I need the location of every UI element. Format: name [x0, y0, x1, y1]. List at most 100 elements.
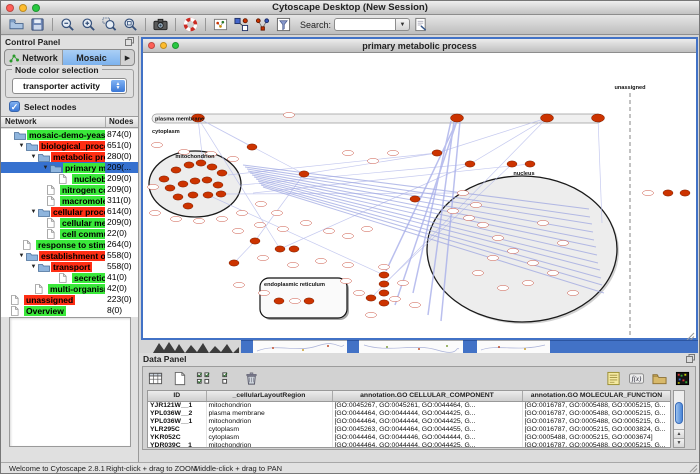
table-cell-cc[interactable]: [GO:0044464, GO:0044444, GO:0044425, G..… — [332, 409, 522, 417]
column-header[interactable]: annotation.GO MOLECULAR_FUNCTION — [522, 391, 671, 401]
tree-item[interactable]: cell communicat22(0) — [1, 228, 138, 239]
network-node[interactable] — [451, 114, 464, 122]
network-node[interactable] — [379, 281, 389, 287]
zoom-selected-icon[interactable] — [99, 16, 120, 34]
search-dropdown-button[interactable]: ▼ — [396, 18, 410, 31]
table-row[interactable]: YPL036W__2plasma membrane[GO:0044464, GO… — [148, 409, 671, 417]
network-edge[interactable] — [228, 153, 437, 175]
network-node[interactable] — [190, 178, 200, 184]
background-network-silhouette[interactable] — [151, 340, 239, 353]
attribute-table[interactable]: ID_cellularLayoutRegionannotation.GO CEL… — [147, 390, 671, 448]
background-frame-border[interactable] — [463, 340, 477, 353]
tree-item[interactable]: response to stimulu264(0) — [1, 239, 138, 250]
network-node[interactable] — [229, 260, 239, 266]
delete-attribute-icon[interactable] — [243, 370, 260, 387]
table-row[interactable]: YPL036W__1mitochondrion[GO:0044464, GO:0… — [148, 417, 671, 425]
tree-item[interactable]: Overview8(0) — [1, 305, 138, 316]
table-cell-mf[interactable]: [GO:0016787, GO:0005488, GO:0005215, G..… — [522, 409, 671, 417]
search-input[interactable] — [334, 18, 396, 31]
table-cell-id[interactable]: YDR039C__1 — [148, 441, 206, 448]
network-node[interactable] — [216, 191, 226, 197]
attribute-checklist-small-icon[interactable] — [219, 370, 236, 387]
table-cell-mf[interactable]: [GO:0005488, GO:0005215, GO:0003674] — [522, 433, 671, 441]
network-node[interactable] — [207, 164, 217, 170]
network-node[interactable] — [274, 298, 284, 304]
tab-overflow-arrow[interactable]: ▶ — [121, 50, 134, 65]
network-node[interactable] — [178, 181, 188, 187]
table-cell-cc[interactable]: [GO:0045263, GO:0044464, GO:0044455, G..… — [332, 425, 522, 433]
network-node[interactable] — [432, 150, 442, 156]
network-node[interactable] — [196, 160, 206, 166]
network-node[interactable] — [465, 161, 475, 167]
filter-icon[interactable] — [273, 16, 294, 34]
network-overview-icon[interactable] — [210, 16, 231, 34]
table-scrollbar[interactable]: ▲ ▼ — [673, 390, 685, 448]
tab-mosaic[interactable]: Mosaic — [63, 50, 121, 65]
disclosure-triangle[interactable]: ▼ — [29, 154, 38, 160]
network-node[interactable] — [171, 167, 181, 173]
network-node[interactable] — [525, 161, 535, 167]
disclosure-triangle[interactable]: ▼ — [29, 209, 38, 215]
window-resize-grip[interactable] — [689, 464, 698, 473]
network-node[interactable] — [165, 185, 175, 191]
network-node[interactable] — [184, 162, 194, 168]
network-node[interactable] — [379, 300, 389, 306]
network-node[interactable] — [217, 170, 227, 176]
tree-item[interactable]: ▼transport558(0) — [1, 261, 138, 272]
tree-item[interactable]: ▼biological_process651(0) — [1, 140, 138, 151]
network-node[interactable] — [188, 192, 198, 198]
layout-icon[interactable] — [252, 16, 273, 34]
table-cell-region[interactable]: plasma membrane — [206, 409, 332, 417]
zoom-fit-icon[interactable] — [120, 16, 141, 34]
background-frame-sliver[interactable] — [253, 340, 347, 353]
table-row[interactable]: YDR039C__1mitochondrion[GO:0044464, GO:0… — [148, 441, 671, 448]
table-cell-region[interactable]: mitochondrion — [206, 401, 332, 409]
background-frame-border[interactable] — [347, 340, 359, 353]
table-row[interactable]: YLR295Ccytoplasm[GO:0045263, GO:0044464,… — [148, 425, 671, 433]
network-node[interactable] — [592, 114, 605, 122]
tree-item[interactable]: ▼cellular process614(0) — [1, 206, 138, 217]
table-cell-cc[interactable]: [GO:0044464, GO:0044444, GO:0044425, G..… — [332, 417, 522, 425]
network-node[interactable] — [379, 290, 389, 296]
disclosure-triangle[interactable]: ▼ — [17, 253, 26, 259]
network-node[interactable] — [247, 144, 257, 150]
scrollbar-thumb[interactable] — [675, 402, 683, 424]
table-cell-mf[interactable]: [GO:0016787, GO:0005488, GO:0005215, G..… — [522, 417, 671, 425]
network-node[interactable] — [541, 114, 554, 122]
tree-item[interactable]: macromolecule311(0) — [1, 195, 138, 206]
tree-item[interactable]: multi-organism pro42(0) — [1, 283, 138, 294]
tree-item[interactable]: ▼establishment of lo558(0) — [1, 250, 138, 261]
table-cell-id[interactable]: YKR052C — [148, 433, 206, 441]
network-node[interactable] — [250, 238, 260, 244]
network-node[interactable] — [379, 272, 389, 278]
vizmapper-icon[interactable] — [231, 16, 252, 34]
network-node[interactable] — [275, 246, 285, 252]
network-node[interactable] — [173, 194, 183, 200]
nodes-column-header[interactable]: Nodes — [105, 117, 138, 127]
select-nodes-checkbox[interactable]: ✓ — [9, 101, 20, 112]
disclosure-triangle[interactable]: ▼ — [41, 165, 50, 171]
float-panel-icon[interactable] — [125, 37, 134, 48]
table-cell-id[interactable]: YJR121W__1 — [148, 401, 206, 409]
table-cell-cc[interactable]: [GO:0044464, GO:0044446, GO:0044444, G..… — [332, 433, 522, 441]
frame-resize-grip[interactable] — [686, 328, 695, 337]
zoom-out-icon[interactable] — [57, 16, 78, 34]
table-cell-id[interactable]: YLR295C — [148, 425, 206, 433]
network-node[interactable] — [183, 203, 193, 209]
table-cell-region[interactable]: mitochondrion — [206, 417, 332, 425]
network-node[interactable] — [366, 295, 376, 301]
background-frame-sliver[interactable] — [359, 340, 463, 353]
window-titlebar[interactable]: Cytoscape Desktop (New Session) — [1, 1, 699, 15]
scroll-down-arrow[interactable]: ▼ — [674, 438, 684, 447]
network-edge[interactable] — [234, 241, 255, 263]
scroll-up-arrow[interactable]: ▲ — [674, 429, 684, 438]
table-cell-mf[interactable]: [GO:0016787, GO:0005488, GO:0005215, G..… — [522, 441, 671, 448]
table-cell-mf[interactable]: [GO:0016787, GO:0005488, GO:0005215, G..… — [522, 401, 671, 409]
tab-network[interactable]: Network — [5, 50, 63, 65]
network-node[interactable] — [299, 171, 309, 177]
tree-item[interactable]: nucleobase-209(0) — [1, 173, 138, 184]
background-frame-border[interactable] — [550, 340, 698, 353]
tree-item[interactable]: mosaic-demo-yeast874(0) — [1, 129, 138, 140]
disclosure-triangle[interactable]: ▼ — [17, 143, 26, 149]
tree-item[interactable]: nitrogen compo209(0) — [1, 184, 138, 195]
